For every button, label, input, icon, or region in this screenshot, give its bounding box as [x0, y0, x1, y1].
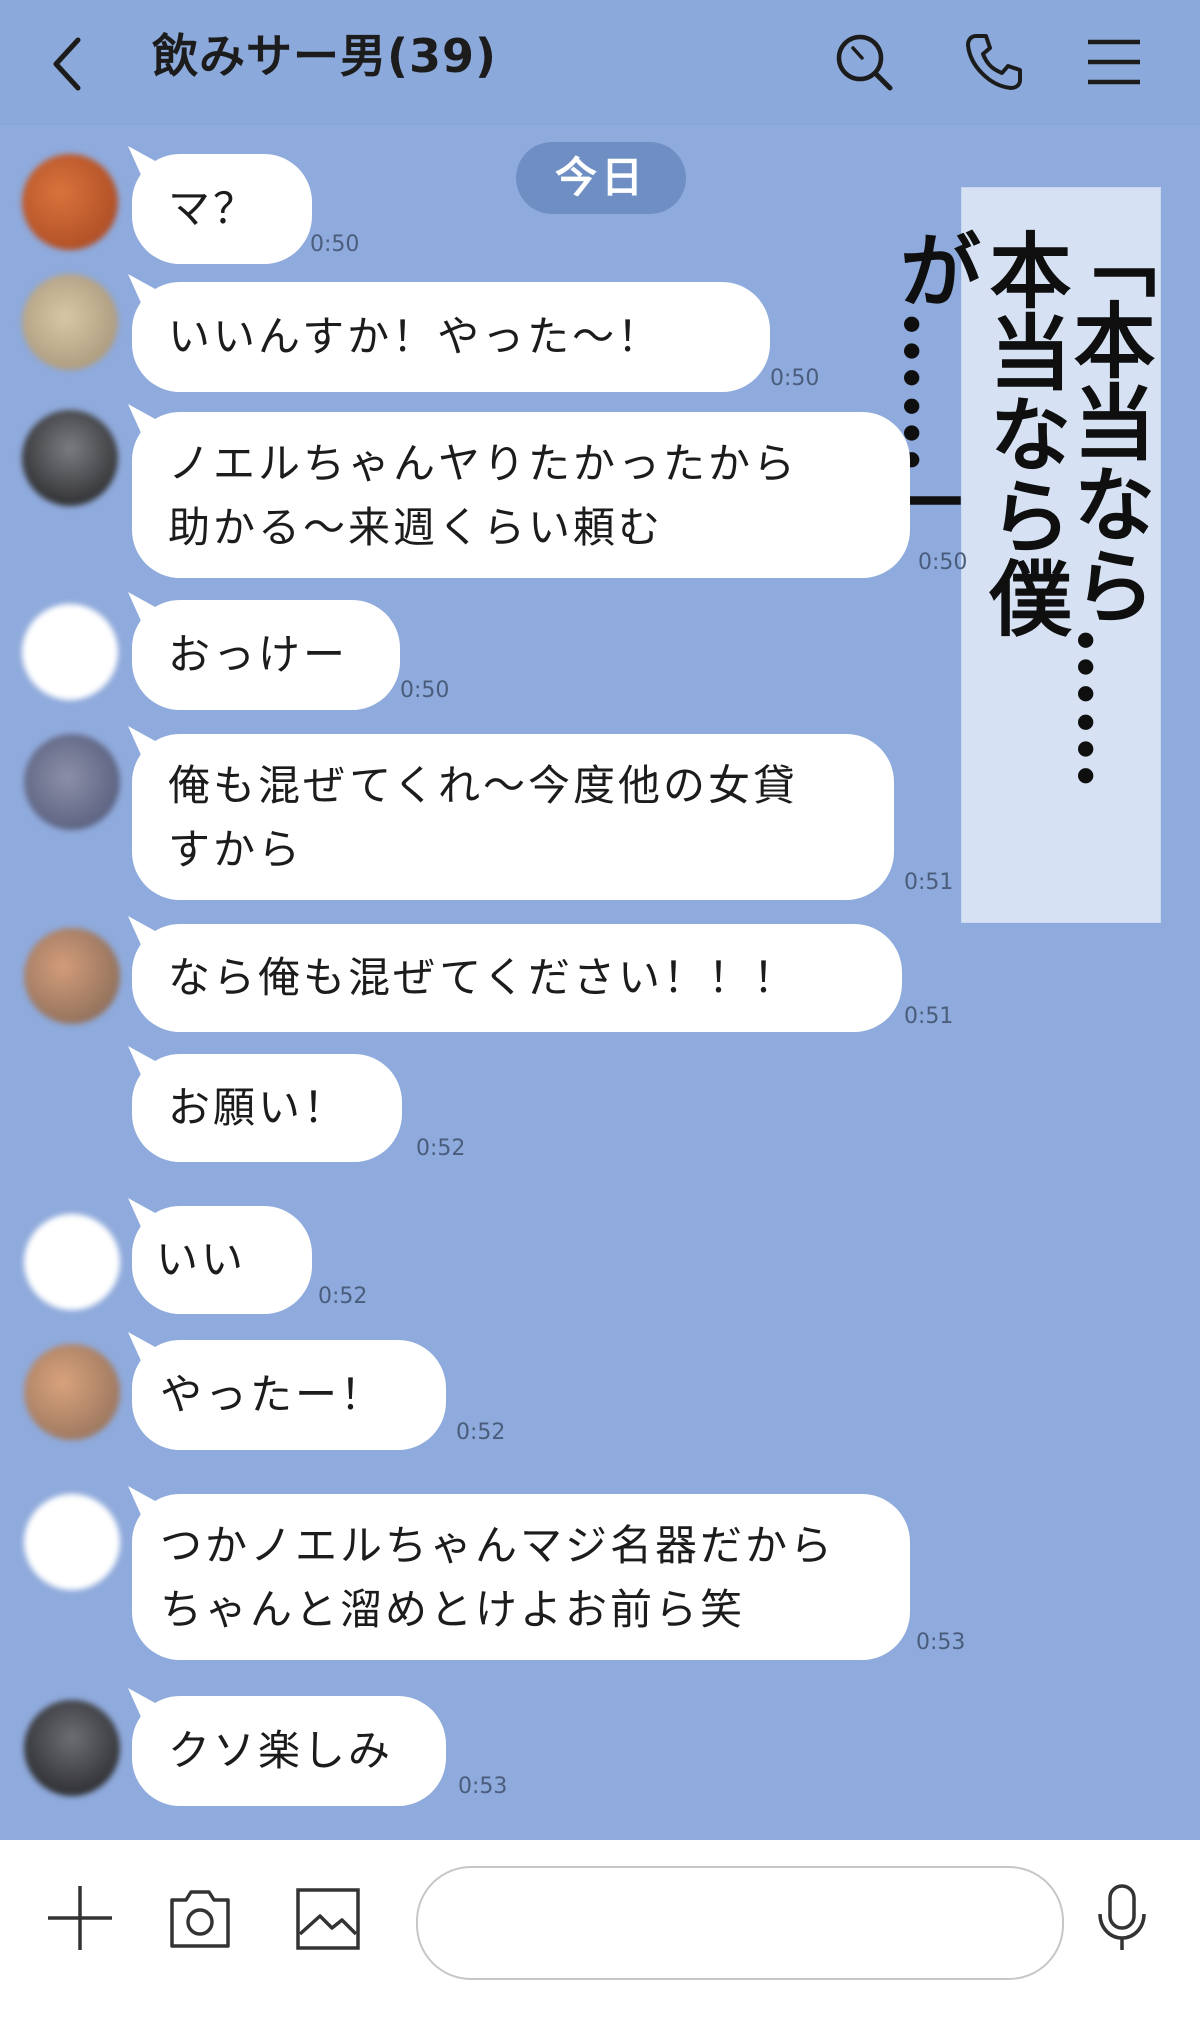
message-bubble[interactable]: クソ楽しみ: [132, 1696, 446, 1806]
avatar[interactable]: [24, 928, 120, 1024]
chat-title: 飲みサー男(39): [152, 29, 498, 83]
plus-icon[interactable]: [44, 1882, 116, 1954]
avatar[interactable]: [24, 1494, 120, 1590]
caption-overlay: 「本当なら…… 本当なら僕が……」: [885, 188, 1160, 922]
message-bubble[interactable]: いいよ: [132, 1206, 312, 1392]
message-bubble[interactable]: つかノエルちゃんマジ名器だから ちゃんと溜めとけよお前ら笑: [132, 1494, 910, 1660]
menu-icon[interactable]: [1082, 30, 1146, 94]
message-bubble[interactable]: お願い！: [132, 1054, 402, 1162]
phone-icon[interactable]: [962, 30, 1026, 94]
message-bubble[interactable]: ノエルちゃんヤりたかったから 助かる～来週くらい頼む: [132, 412, 910, 578]
message-bubble[interactable]: なら俺も混ぜてください！！！: [132, 924, 902, 1032]
message-time: 0:51: [904, 870, 954, 895]
avatar[interactable]: [22, 274, 118, 370]
message-time: 0:50: [770, 366, 820, 391]
message-bubble[interactable]: 俺も混ぜてくれ～今度他の女貸 すから: [132, 734, 894, 900]
message-input[interactable]: [416, 1866, 1064, 1980]
avatar[interactable]: [22, 410, 118, 506]
chat-header: 飲みサー男(39): [0, 0, 1200, 124]
message-time: 0:51: [904, 1004, 954, 1029]
message-time: 0:52: [318, 1284, 368, 1309]
message-bubble[interactable]: いいんすか！やった～！: [132, 282, 770, 392]
message-input-bar: [0, 1840, 1200, 2018]
message-time: 0:50: [400, 678, 450, 703]
avatar[interactable]: [24, 734, 120, 830]
avatar[interactable]: [22, 154, 118, 250]
search-icon[interactable]: [832, 30, 896, 94]
message-time: 0:53: [458, 1774, 508, 1799]
chevron-left-icon[interactable]: [48, 34, 88, 94]
message-time: 0:52: [416, 1136, 466, 1161]
camera-icon[interactable]: [164, 1882, 236, 1954]
message-bubble[interactable]: やったー！: [132, 1340, 446, 1450]
message-bubble[interactable]: マ？: [132, 154, 312, 264]
caption-line-1: 「本当なら……: [1059, 216, 1155, 790]
microphone-icon[interactable]: [1086, 1882, 1158, 1954]
avatar[interactable]: [24, 1344, 120, 1440]
avatar[interactable]: [24, 1214, 120, 1310]
message-time: 0:50: [918, 550, 968, 575]
caption-line-2: 本当なら僕が……」: [885, 228, 1071, 638]
message-time: 0:52: [456, 1420, 506, 1445]
message-time: 0:53: [916, 1630, 966, 1655]
avatar[interactable]: [22, 604, 118, 700]
message-bubble[interactable]: おっけー: [132, 600, 400, 710]
message-time: 0:50: [310, 232, 360, 257]
image-icon[interactable]: [292, 1882, 364, 1954]
date-divider: 今日: [516, 142, 686, 214]
avatar[interactable]: [24, 1700, 120, 1796]
